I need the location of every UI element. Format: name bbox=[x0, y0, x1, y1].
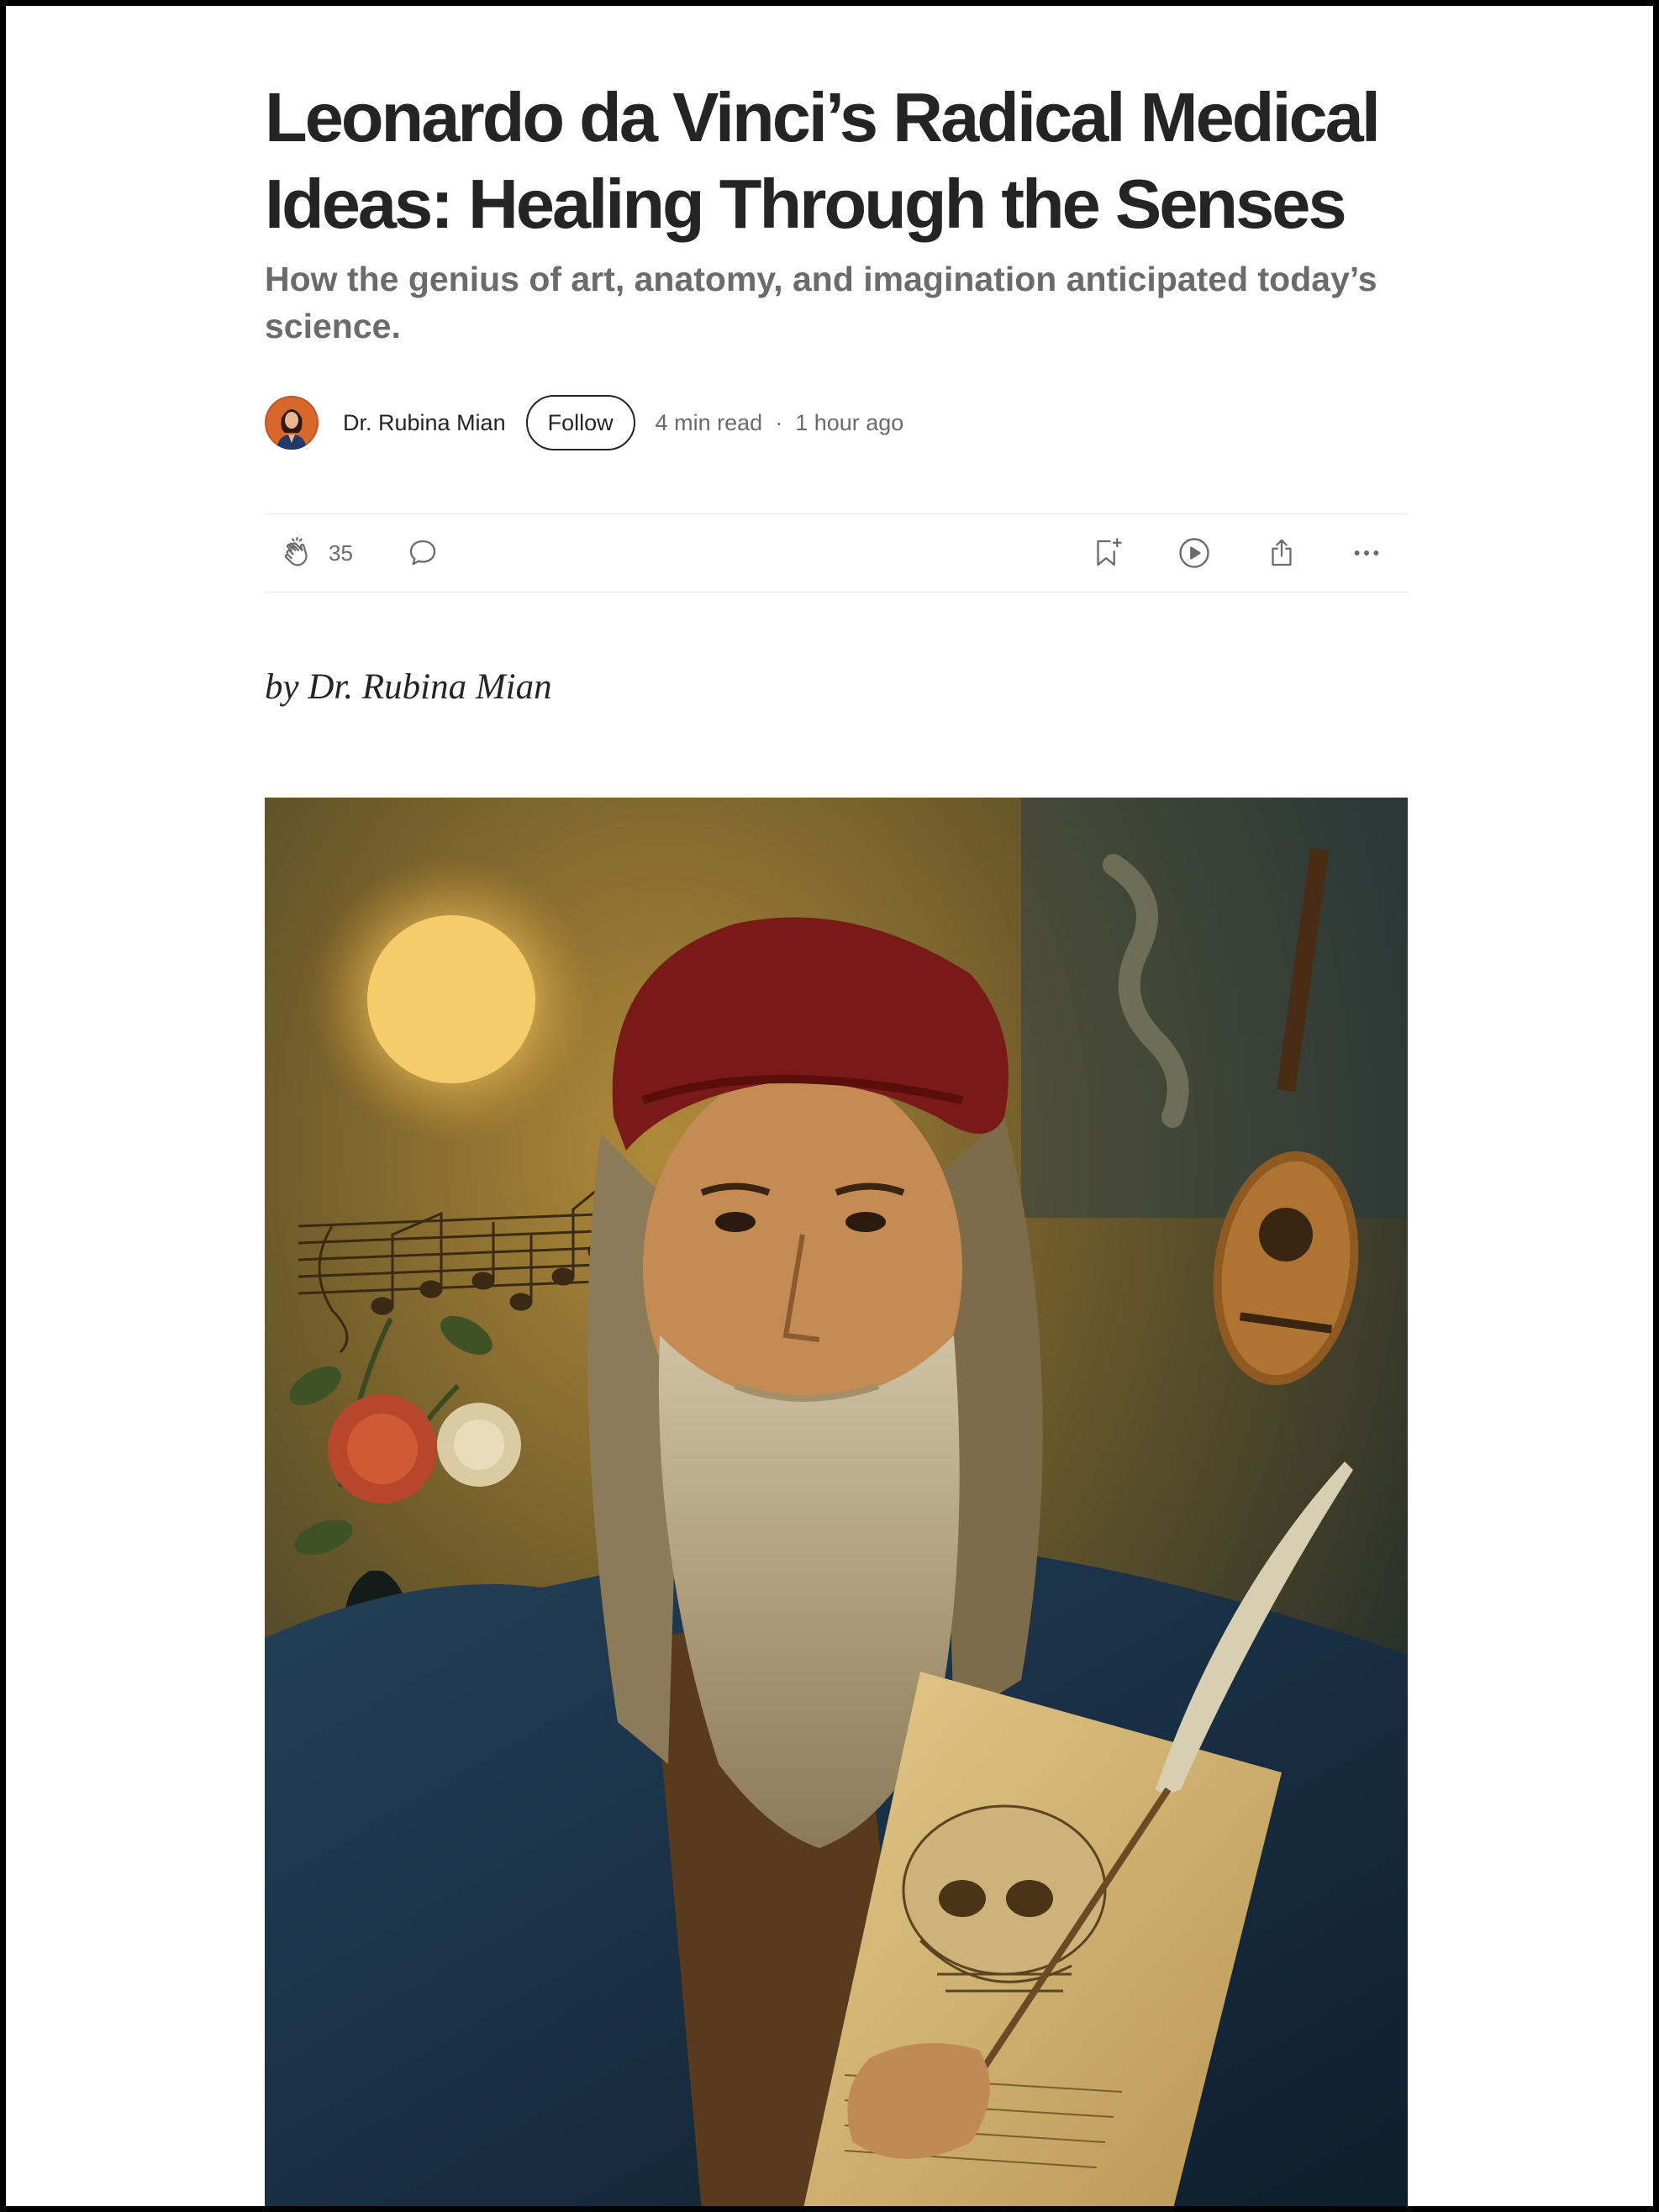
author-name[interactable]: Dr. Rubina Mian bbox=[343, 410, 506, 436]
article-subtitle: How the genius of art, anatomy, and imag… bbox=[265, 260, 1377, 345]
author-avatar[interactable] bbox=[265, 396, 319, 450]
byline: Dr. Rubina Mian Follow 4 min read · 1 ho… bbox=[265, 395, 903, 450]
bookmark-add-icon bbox=[1097, 538, 1122, 566]
author-signature: by Dr. Rubina Mian bbox=[265, 667, 552, 707]
listen-button[interactable] bbox=[1176, 514, 1213, 592]
article-title: Leonardo da Vinci’s Radical Medical Idea… bbox=[265, 78, 1381, 243]
article-meta: 4 min read · 1 hour ago bbox=[656, 410, 904, 436]
clap-icon bbox=[284, 536, 308, 566]
comment-icon bbox=[409, 540, 436, 566]
play-icon bbox=[1179, 538, 1209, 568]
published-time: 1 hour ago bbox=[795, 409, 904, 435]
share-icon bbox=[1272, 539, 1292, 566]
bookmark-button[interactable] bbox=[1089, 514, 1124, 592]
meta-separator: · bbox=[775, 409, 783, 435]
hero-image bbox=[265, 798, 1408, 2212]
more-icon bbox=[1354, 550, 1379, 556]
read-time: 4 min read bbox=[655, 409, 763, 435]
clap-button[interactable]: 35 bbox=[280, 514, 353, 592]
clap-count: 35 bbox=[329, 540, 353, 566]
comment-button[interactable] bbox=[405, 514, 440, 592]
portrait-painting bbox=[265, 798, 1408, 2212]
share-button[interactable] bbox=[1264, 514, 1299, 592]
sun bbox=[367, 915, 535, 1083]
hand bbox=[847, 2043, 990, 2159]
action-bar: 35 bbox=[265, 514, 1408, 592]
more-button[interactable] bbox=[1349, 514, 1384, 592]
avatar-portrait-icon bbox=[265, 396, 319, 450]
follow-button[interactable]: Follow bbox=[525, 395, 635, 450]
